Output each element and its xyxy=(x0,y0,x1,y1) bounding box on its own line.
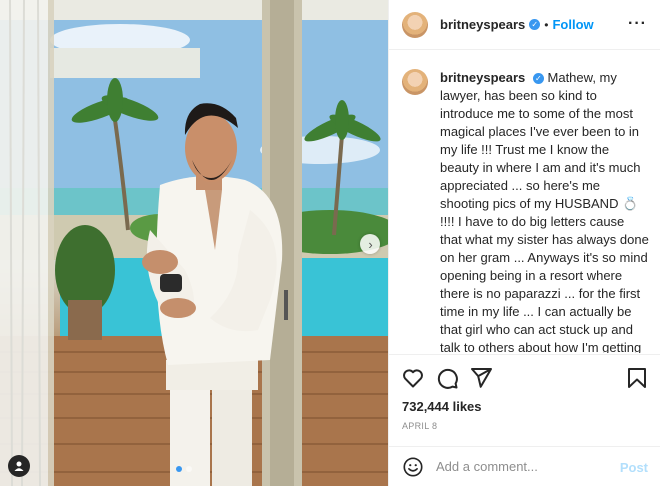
avatar[interactable] xyxy=(402,11,428,38)
caption-avatar[interactable] xyxy=(402,69,428,95)
post-date[interactable]: APRIL 8 xyxy=(402,421,437,431)
bookmark-icon[interactable] xyxy=(625,366,649,390)
caption-username[interactable]: britneyspears xyxy=(440,70,525,85)
action-bar xyxy=(389,354,660,400)
follow-button[interactable]: Follow xyxy=(552,17,593,32)
likes-count[interactable]: 732,444 likes xyxy=(402,399,482,414)
share-icon[interactable] xyxy=(469,366,493,390)
post-photo[interactable]: › xyxy=(0,0,388,486)
more-horizontal-icon[interactable]: ··· xyxy=(628,15,647,33)
caption-row: britneyspears ✓ Mathew, my lawyer, has b… xyxy=(389,51,660,353)
caption: britneyspears ✓ Mathew, my lawyer, has b… xyxy=(440,69,649,353)
header-username[interactable]: britneyspears xyxy=(440,17,525,32)
comment-input[interactable] xyxy=(436,459,616,474)
post-details-panel: britneyspears ✓ • Follow ··· britneyspea… xyxy=(388,0,660,486)
user-icon xyxy=(14,461,24,471)
instagram-post: › britneyspears ✓ • Follow ··· britneysp… xyxy=(0,0,660,486)
caption-verified-badge-icon: ✓ xyxy=(532,73,544,85)
comment-icon[interactable] xyxy=(435,366,459,390)
emoji-icon[interactable] xyxy=(402,456,424,478)
caption-text: Mathew, my lawyer, has been so kind to i… xyxy=(440,70,649,353)
chevron-right-icon: › xyxy=(368,236,373,252)
post-comment-button[interactable]: Post xyxy=(620,460,648,475)
carousel-dot-2 xyxy=(186,466,192,472)
tagged-users-button[interactable] xyxy=(8,455,30,477)
caption-scroll-area[interactable]: britneyspears ✓ Mathew, my lawyer, has b… xyxy=(389,51,660,353)
comment-form: Post xyxy=(389,446,660,486)
post-header: britneyspears ✓ • Follow ··· xyxy=(389,0,660,50)
separator-dot: • xyxy=(544,17,549,32)
next-slide-button[interactable]: › xyxy=(360,234,380,254)
photo-scene xyxy=(0,0,388,486)
carousel-dot-1 xyxy=(176,466,182,472)
verified-badge-icon: ✓ xyxy=(529,19,541,30)
carousel-indicator xyxy=(176,466,192,472)
heart-icon[interactable] xyxy=(401,366,425,390)
